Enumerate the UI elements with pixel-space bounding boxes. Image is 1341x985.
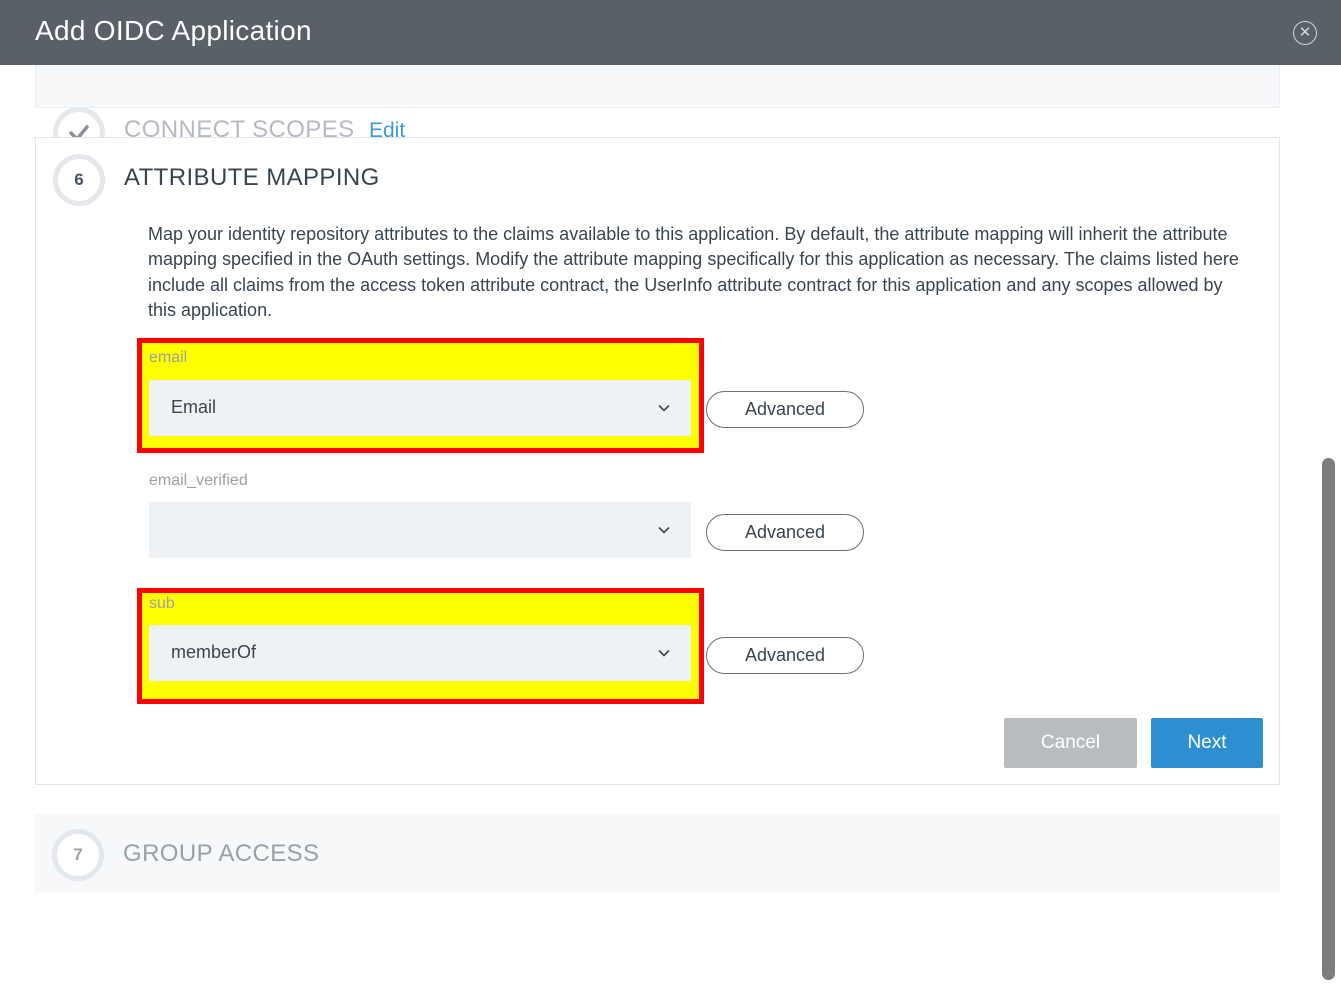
step-number-7: 7 [52,829,104,881]
chevron-down-icon [658,649,670,657]
email-advanced-button[interactable]: Advanced [706,391,864,428]
email-verified-advanced-button[interactable]: Advanced [706,514,864,551]
next-button[interactable]: Next [1151,718,1263,768]
close-icon[interactable]: ✕ [1293,21,1317,45]
step-number-6: 6 [53,154,105,206]
attribute-mapping-description: Map your identity repository attributes … [148,224,1239,320]
claim-label-sub: sub [149,595,175,612]
step-group-access: 7 GROUP ACCESS [35,814,1280,893]
sub-attribute-select[interactable]: memberOf [149,625,691,681]
chevron-down-icon [658,404,670,412]
step-connect-scopes: CONNECT SCOPES Edit [35,65,1280,159]
dialog-title: Add OIDC Application [35,15,312,46]
step-title-attribute-mapping: ATTRIBUTE MAPPING [124,164,380,191]
dialog-content: CONNECT SCOPES Edit 6 ATTRIBUTE MAPPING … [0,65,1320,985]
sub-attribute-value: memberOf [171,642,257,662]
sub-advanced-button[interactable]: Advanced [706,637,864,674]
step-attribute-mapping: 6 ATTRIBUTE MAPPING Map your identity re… [35,137,1280,785]
claim-label-email: email [149,349,188,366]
dialog-title-bar: Add OIDC Application ✕ [0,0,1341,65]
email-attribute-select[interactable]: Email [149,380,691,436]
email-verified-attribute-select[interactable] [149,502,691,558]
step-title-group-access: GROUP ACCESS [123,840,320,867]
scrollbar-thumb[interactable] [1322,458,1335,980]
cancel-button[interactable]: Cancel [1004,718,1137,768]
claim-label-email-verified: email_verified [149,472,248,489]
email-attribute-value: Email [171,397,217,417]
chevron-down-icon [658,526,670,534]
